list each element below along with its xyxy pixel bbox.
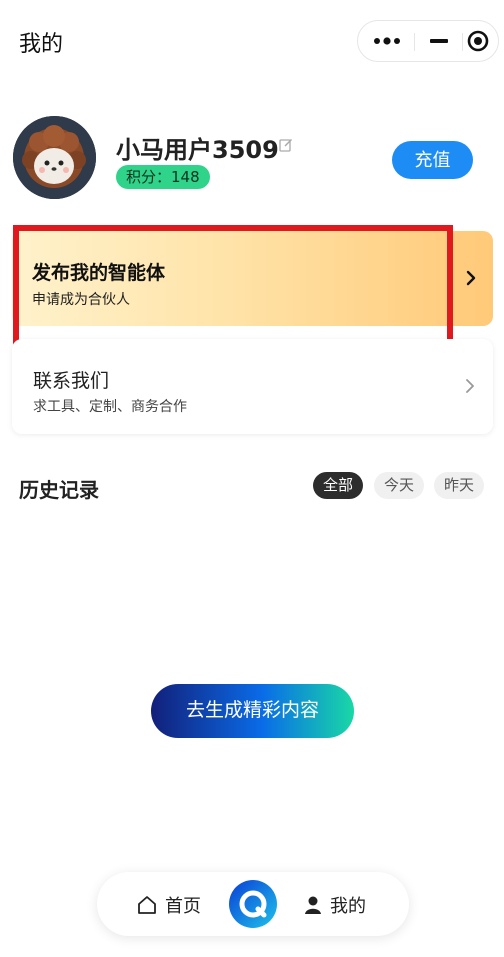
points-label: 积分： [126, 168, 172, 186]
mini-program-capsule [357, 20, 499, 62]
recharge-button[interactable]: 充值 [392, 141, 473, 179]
home-icon [138, 896, 156, 914]
chevron-right-icon [466, 379, 474, 393]
filter-all[interactable]: 全部 [313, 472, 364, 499]
more-dots-icon[interactable] [372, 29, 402, 53]
app-logo-icon [239, 890, 267, 918]
filter-yesterday[interactable]: 昨天 [434, 472, 485, 499]
target-icon[interactable] [464, 29, 492, 53]
contact-title: 联系我们 [33, 370, 110, 392]
minus-icon[interactable] [422, 29, 456, 53]
person-icon [305, 896, 321, 914]
avatar[interactable] [13, 116, 96, 199]
edit-icon[interactable] [279, 138, 293, 152]
top-bar: 我的 [0, 0, 504, 84]
generate-content-button[interactable]: 去生成精彩内容 [151, 684, 354, 738]
contact-us-card[interactable]: 联系我们 求工具、定制、商务合作 [12, 339, 493, 434]
nav-home-label: 首页 [165, 896, 201, 917]
nav-mine-label: 我的 [330, 896, 366, 917]
chevron-right-icon [466, 270, 476, 286]
points-value: 148 [171, 168, 200, 186]
username: 小马用户3509 [116, 136, 279, 164]
nav-center-button[interactable] [229, 880, 277, 928]
contact-subtitle: 求工具、定制、商务合作 [33, 399, 187, 415]
hedgehog-avatar-icon [13, 116, 96, 199]
filter-today[interactable]: 今天 [374, 472, 425, 499]
bottom-nav: 首页 我的 [97, 872, 409, 936]
highlight-box [13, 225, 453, 350]
page-title: 我的 [19, 32, 64, 57]
points-badge: 积分：148 [116, 165, 210, 189]
history-title: 历史记录 [19, 478, 99, 502]
capsule-divider [462, 33, 463, 51]
capsule-divider [414, 33, 415, 51]
